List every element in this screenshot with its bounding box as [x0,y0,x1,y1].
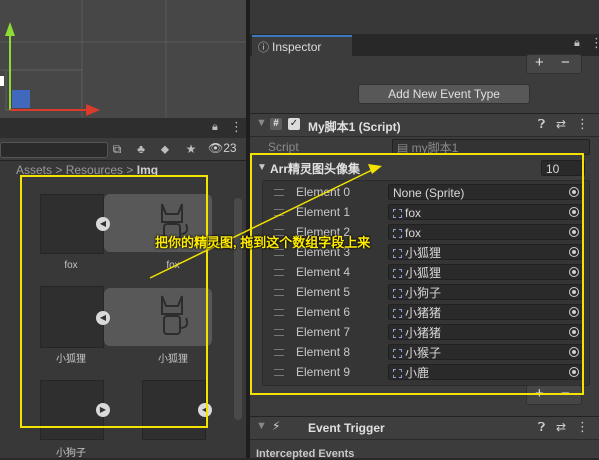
annotation-text: 把你的精灵图, 拖到这个数组字段上来 [155,235,371,250]
drag-arrow [149,164,382,279]
